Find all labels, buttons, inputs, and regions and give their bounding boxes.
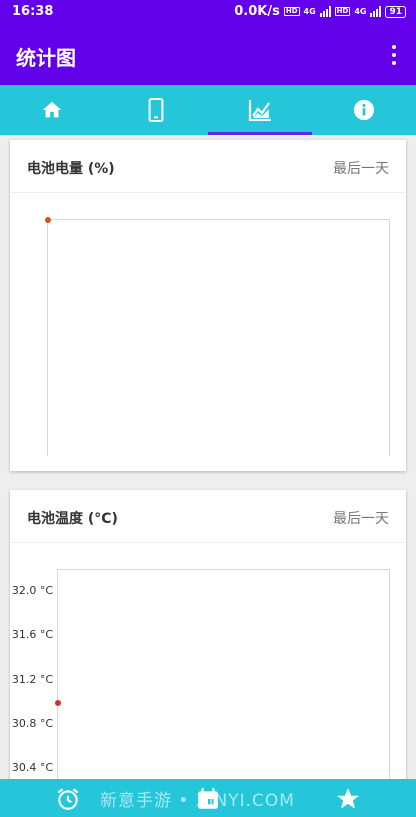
tab-home[interactable] bbox=[0, 85, 104, 135]
card-header: 电池温度 (°C) 最后一天 bbox=[10, 490, 406, 543]
y-tick-label: 31.6 °C bbox=[11, 628, 53, 642]
y-tick-label: 31.2 °C bbox=[11, 672, 53, 686]
network-type-1: 4G bbox=[303, 7, 316, 16]
tab-bar bbox=[0, 85, 416, 135]
chart-title: 电池电量 (%) bbox=[27, 161, 115, 177]
y-tick-label: 30.8 °C bbox=[11, 716, 53, 730]
data-point bbox=[45, 217, 51, 223]
hd-icon: HD bbox=[283, 7, 300, 16]
info-icon bbox=[353, 99, 375, 121]
status-time: 16:38 bbox=[12, 4, 54, 19]
temperature-plot-area bbox=[55, 569, 390, 791]
tab-chart[interactable] bbox=[208, 85, 312, 135]
watermark: 新意手游 • XINYI.COM bbox=[100, 791, 295, 811]
battery-level-card: 电池电量 (%) 最后一天 bbox=[10, 140, 406, 471]
signal-icon bbox=[319, 6, 331, 17]
nav-favorites[interactable] bbox=[335, 786, 361, 812]
card-header: 电池电量 (%) 最后一天 bbox=[10, 140, 406, 193]
app-bar: 统计图 bbox=[0, 25, 416, 85]
chart-icon bbox=[248, 100, 271, 121]
alarm-icon bbox=[57, 788, 79, 810]
network-type-2: 4G bbox=[354, 7, 367, 16]
y-tick-label: 32.0 °C bbox=[11, 584, 53, 598]
network-speed: 0.0K/s bbox=[234, 4, 280, 19]
tab-indicator bbox=[208, 132, 312, 135]
page-title: 统计图 bbox=[16, 46, 76, 70]
status-indicators: 0.0K/s HD 4G HD 4G 91 bbox=[234, 4, 406, 19]
data-point bbox=[55, 699, 61, 706]
battery-temperature-card: 电池温度 (°C) 最后一天 32.0 °C 31.6 °C 31.2 °C 30.8… bbox=[10, 490, 406, 791]
battery-icon: 91 bbox=[385, 5, 406, 18]
nav-alarm[interactable] bbox=[55, 786, 81, 812]
battery-plot-area bbox=[45, 217, 390, 456]
y-tick-label: 30.4 °C bbox=[11, 760, 53, 774]
tab-info[interactable] bbox=[312, 85, 416, 135]
time-range-selector[interactable]: 最后一天 bbox=[333, 508, 389, 528]
hd-icon-2: HD bbox=[334, 7, 351, 16]
signal-icon-2 bbox=[370, 6, 382, 17]
star-icon bbox=[337, 788, 359, 809]
more-vert-icon bbox=[392, 45, 396, 49]
chart-title: 电池温度 (°C) bbox=[27, 511, 118, 527]
home-icon bbox=[42, 101, 62, 118]
time-range-selector[interactable]: 最后一天 bbox=[333, 158, 389, 178]
tab-device[interactable] bbox=[104, 85, 208, 135]
status-bar: 16:38 0.0K/s HD 4G HD 4G 91 bbox=[0, 0, 416, 25]
phone-icon bbox=[148, 97, 164, 123]
overflow-menu-button[interactable] bbox=[382, 42, 406, 68]
